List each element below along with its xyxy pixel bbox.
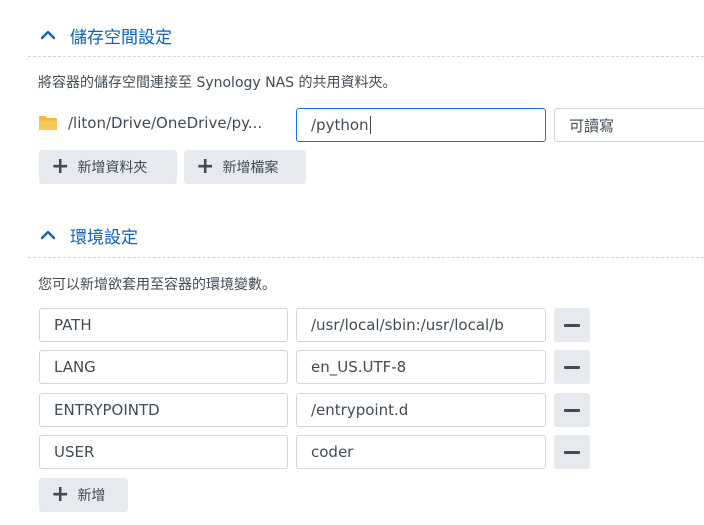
container-path-value: /python xyxy=(311,116,369,134)
plus-icon: + xyxy=(51,154,70,179)
remove-env-button[interactable] xyxy=(554,350,590,384)
env-key-input[interactable]: USER xyxy=(39,435,288,469)
env-key-value: ENTRYPOINTD xyxy=(54,401,160,419)
minus-icon xyxy=(564,365,580,369)
permission-value: 可讀寫 xyxy=(569,116,615,135)
minus-icon xyxy=(564,323,580,327)
env-value-input[interactable]: /usr/local/sbin:/usr/local/b xyxy=(296,308,546,342)
remove-env-button[interactable] xyxy=(554,435,590,469)
add-env-button[interactable]: + 新增 xyxy=(39,478,128,512)
env-description: 您可以新增欲套用至容器的環境變數。 xyxy=(38,277,276,293)
env-key-input[interactable]: PATH xyxy=(39,308,288,342)
storage-section-header[interactable]: 儲存空間設定 xyxy=(40,20,172,50)
plus-icon: + xyxy=(51,482,70,507)
env-value-value: coder xyxy=(311,443,354,461)
env-value-input[interactable]: coder xyxy=(296,435,546,469)
env-value-input[interactable]: /entrypoint.d xyxy=(296,393,546,427)
text-caret xyxy=(369,116,371,134)
host-path-text: /liton/Drive/OneDrive/py... xyxy=(68,114,263,132)
minus-icon xyxy=(564,408,580,412)
chevron-up-icon xyxy=(40,230,56,240)
env-section-header[interactable]: 環境設定 xyxy=(40,220,138,250)
env-key-input[interactable]: ENTRYPOINTD xyxy=(39,393,288,427)
minus-icon xyxy=(564,450,580,454)
add-folder-button[interactable]: + 新增資料夾 xyxy=(39,150,177,184)
storage-description: 將容器的儲存空間連接至 Synology NAS 的共用資料夾。 xyxy=(38,75,397,91)
env-value-input[interactable]: en_US.UTF-8 xyxy=(296,350,546,384)
env-divider xyxy=(28,257,704,258)
env-key-value: USER xyxy=(54,443,95,461)
storage-section-title: 儲存空間設定 xyxy=(70,27,172,48)
remove-env-button[interactable] xyxy=(554,393,590,427)
env-section-title: 環境設定 xyxy=(70,227,138,248)
env-key-input[interactable]: LANG xyxy=(39,350,288,384)
chevron-up-icon xyxy=(40,30,56,40)
container-path-input[interactable]: /python xyxy=(296,108,546,142)
add-file-label: 新增檔案 xyxy=(222,160,279,176)
env-value-value: /entrypoint.d xyxy=(311,401,409,419)
plus-icon: + xyxy=(196,154,215,179)
folder-icon xyxy=(39,116,57,130)
env-key-value: PATH xyxy=(54,316,92,334)
permission-select[interactable]: 可讀寫 xyxy=(554,108,704,142)
remove-env-button[interactable] xyxy=(554,308,590,342)
env-value-value: /usr/local/sbin:/usr/local/b xyxy=(311,316,504,334)
add-folder-label: 新增資料夾 xyxy=(77,160,148,176)
add-env-label: 新增 xyxy=(77,488,106,504)
add-file-button[interactable]: + 新增檔案 xyxy=(184,150,306,184)
storage-divider xyxy=(28,56,704,57)
host-path: /liton/Drive/OneDrive/py... xyxy=(38,114,262,132)
env-value-value: en_US.UTF-8 xyxy=(311,358,407,376)
env-key-value: LANG xyxy=(54,358,96,376)
